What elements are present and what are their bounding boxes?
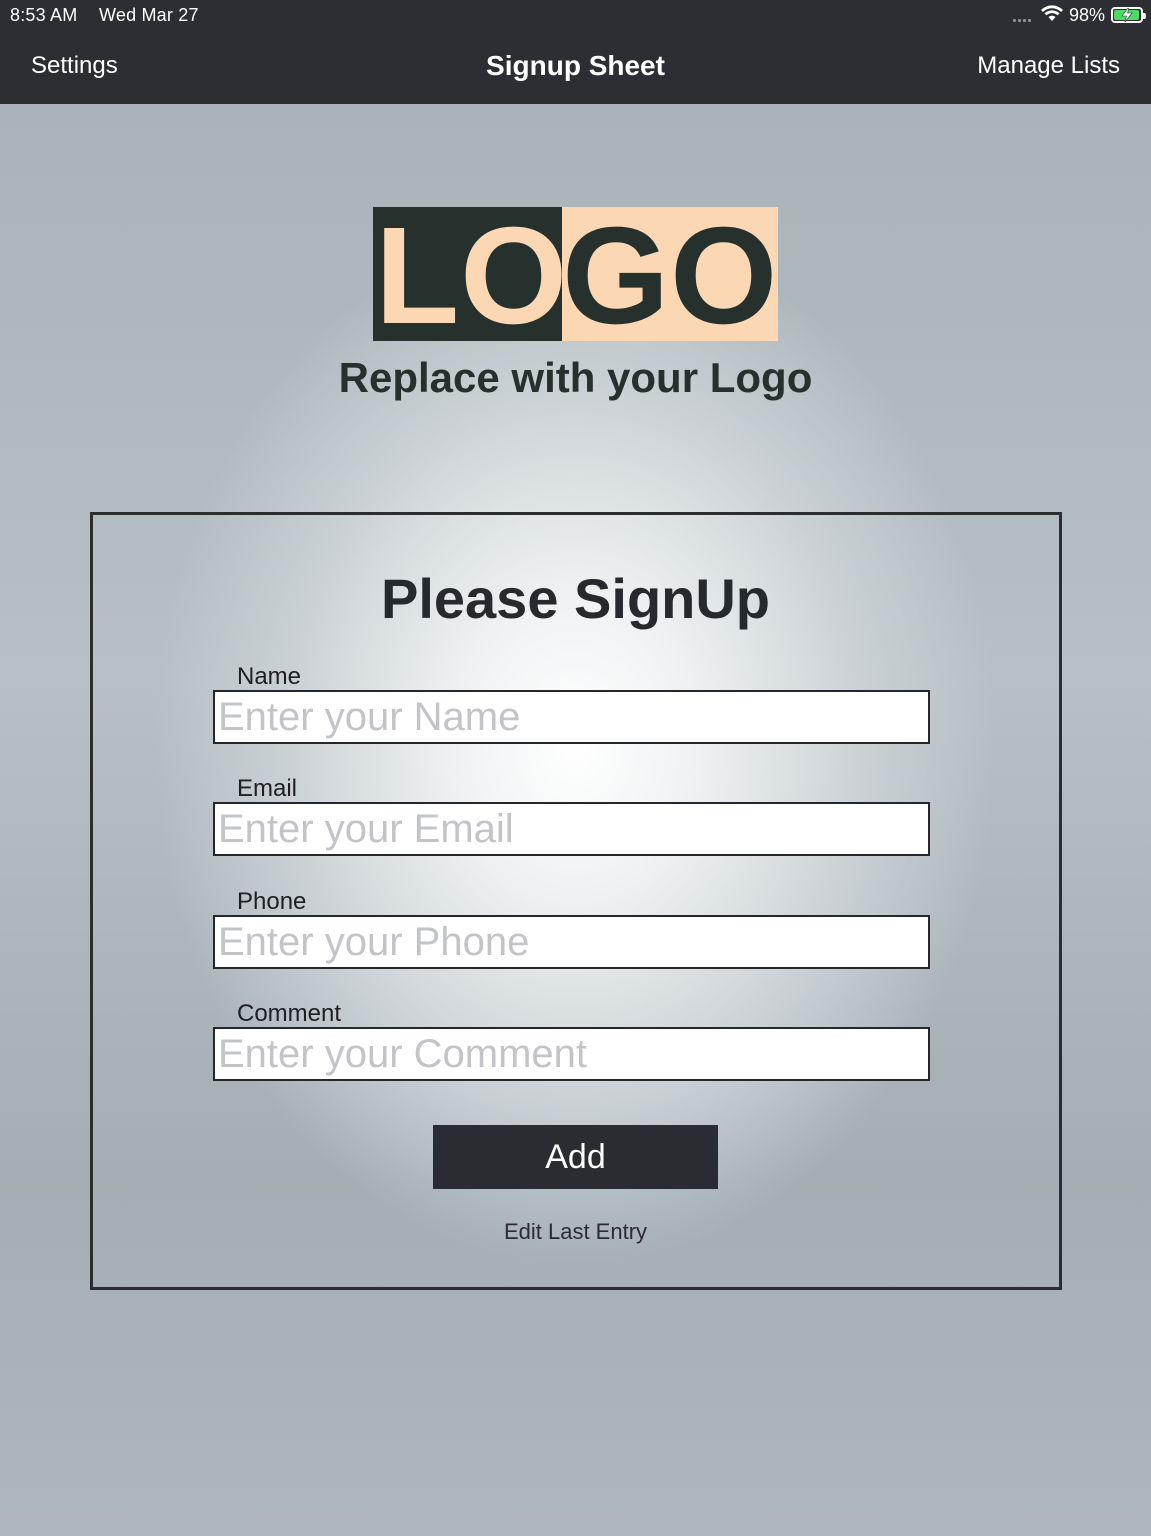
email-label: Email [237, 775, 298, 802]
status-indicators: 98% [1012, 4, 1146, 27]
name-input[interactable] [213, 690, 930, 744]
logo: L O G O [373, 199, 778, 353]
logo-letter-l: L [375, 199, 460, 353]
top-bar: 8:53 AM Wed Mar 27 98% Settings Signup S… [0, 0, 1151, 104]
name-label: Name [237, 663, 302, 690]
comment-label: Comment [237, 1000, 342, 1027]
comment-input[interactable] [213, 1027, 930, 1081]
battery-cap [1143, 13, 1146, 19]
wifi-icon [1040, 4, 1063, 27]
logo-caption: Replace with your Logo [338, 354, 813, 401]
form-title: Please SignUp [380, 567, 771, 630]
manage-lists-button[interactable]: Manage Lists [977, 52, 1120, 80]
app-root: 8:53 AM Wed Mar 27 98% Settings Signup S… [0, 0, 1151, 1536]
phone-input[interactable] [213, 915, 930, 969]
charging-bolt-icon [1121, 8, 1133, 22]
phone-label: Phone [237, 888, 307, 915]
logo-letter-o-second: O [670, 199, 778, 353]
battery-percent: 98% [1068, 4, 1105, 25]
status-time: 8:53 AM [10, 5, 78, 25]
email-input[interactable] [213, 802, 930, 856]
edit-last-entry-link[interactable]: Edit Last Entry [0, 1219, 1151, 1245]
logo-letter-o: O [460, 199, 568, 353]
battery-icon [1111, 7, 1146, 23]
cellular-signal-dots-icon [1012, 8, 1031, 22]
logo-letter-g: G [562, 199, 670, 353]
status-date: Wed Mar 27 [99, 5, 199, 25]
add-button[interactable]: Add [433, 1125, 718, 1189]
